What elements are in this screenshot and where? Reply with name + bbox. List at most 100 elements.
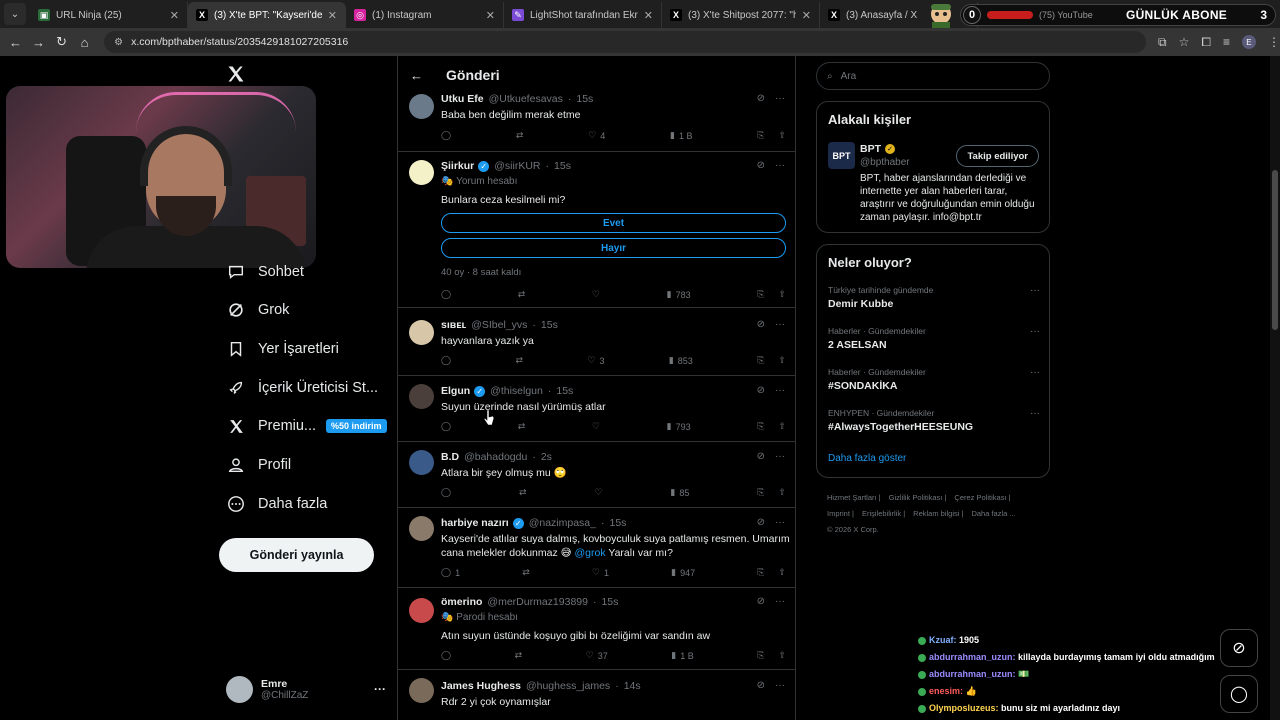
browser-tab[interactable]: ▣ URL Ninja (25) ✕ — [30, 2, 188, 28]
address-bar[interactable]: ⚙ x.com/bpthaber/status/2035429181027205… — [104, 31, 1146, 53]
close-icon[interactable]: ✕ — [802, 9, 811, 22]
nav-item-more[interactable]: Daha fazla — [226, 494, 327, 514]
page-scrollbar[interactable] — [1270, 56, 1280, 720]
close-icon[interactable]: ✕ — [170, 9, 179, 22]
bookmark-button[interactable]: ⎘ — [757, 355, 764, 366]
home-icon[interactable]: ⌂ — [73, 35, 96, 50]
grok-icon[interactable]: ⊘ — [757, 385, 765, 396]
like-button[interactable]: ♡ 3 — [587, 355, 604, 366]
more-dots-icon[interactable]: ··· — [775, 160, 785, 171]
more-dots-icon[interactable]: ··· — [775, 319, 785, 330]
grok-icon[interactable]: ⊘ — [757, 319, 765, 330]
reading-list-icon[interactable]: ≡ — [1223, 35, 1230, 49]
reply-button[interactable]: ◯ — [441, 355, 451, 366]
share-button[interactable]: ⇧ — [778, 289, 786, 300]
like-button[interactable]: ♡ 4 — [588, 130, 605, 141]
close-icon[interactable]: ✕ — [486, 9, 495, 22]
like-button[interactable]: ♡ — [592, 421, 600, 432]
tweet-handle[interactable]: @thiselgun — [490, 385, 543, 397]
avatar[interactable] — [409, 160, 434, 185]
views-button[interactable]: ▮ 1 B — [671, 650, 693, 661]
avatar[interactable] — [409, 320, 434, 345]
avatar[interactable] — [409, 516, 434, 541]
trend-item[interactable]: ENHYPEN · Gündemdekiler #AlwaysTogetherHE… — [828, 408, 1040, 433]
views-button[interactable]: ▮ 853 — [669, 355, 693, 366]
tweet-handle[interactable]: @hughess_james — [526, 680, 610, 692]
nav-item-chat[interactable]: Sohbet — [226, 262, 304, 282]
tweet-handle[interactable]: @nazimpasa_ — [529, 517, 596, 529]
tweet-time[interactable]: 15s — [541, 319, 558, 331]
reply-button[interactable]: ◯ — [441, 289, 451, 300]
views-button[interactable]: ▮ 947 — [671, 567, 695, 578]
footer-link[interactable]: Hizmet Şartları | — [827, 493, 881, 502]
avatar[interactable] — [409, 94, 434, 119]
messages-float-icon[interactable]: ◯ — [1220, 675, 1258, 713]
reply-button[interactable]: ◯ — [441, 487, 451, 498]
tweet-author-name[interactable]: Şiirkur — [441, 160, 474, 172]
extensions-icon[interactable]: ⧠ — [1201, 35, 1211, 50]
footer-link[interactable]: Erişilebilirlik | — [862, 509, 905, 518]
footer-link[interactable]: Reklam bilgisi | — [913, 509, 963, 518]
tweet-author-name[interactable]: Elgun — [441, 385, 470, 397]
more-dots-icon[interactable]: ··· — [775, 517, 785, 528]
tweet[interactable]: sıʙᴇʟ @SIbel_yvs · 15s ⊘ ··· hayvanlara yazık … — [398, 310, 795, 376]
trend-item[interactable]: Haberler · Gündemdekiler 2 ASELSAN ··· — [828, 326, 1040, 351]
more-dots-icon[interactable]: ··· — [775, 680, 785, 691]
retweet-button[interactable]: ⇄ — [519, 487, 527, 498]
grok-float-icon[interactable]: ⊘ — [1220, 629, 1258, 667]
footer-link[interactable]: Imprint | — [827, 509, 854, 518]
bookmark-button[interactable]: ⎘ — [757, 650, 764, 661]
tweet[interactable]: Elgun ✓ @thiselgun · 15s ⊘ ··· Suyun üzerinde n… — [398, 376, 795, 442]
bookmark-button[interactable]: ⎘ — [757, 421, 764, 432]
like-button[interactable]: ♡ 1 — [592, 567, 609, 578]
grok-icon[interactable]: ⊘ — [757, 680, 765, 691]
grok-icon[interactable]: ⊘ — [757, 160, 765, 171]
back-arrow-icon[interactable]: ← — [4, 35, 27, 50]
nav-item-profile[interactable]: Profil — [226, 455, 291, 475]
views-button[interactable]: ▮ 793 — [667, 421, 691, 432]
account-switcher[interactable]: Emre @ChillZaZ ··· — [226, 674, 386, 704]
bookmark-star-icon[interactable]: ☆ — [1179, 35, 1190, 49]
tweet[interactable]: James Hughess @hughess_james · 14s ⊘ ··· Rdr 2… — [398, 670, 795, 720]
tweet-handle[interactable]: @siirKUR — [494, 160, 540, 172]
tab-search-button[interactable]: ⌄ — [4, 3, 26, 25]
related-user-name[interactable]: BPT ✓ — [860, 143, 895, 155]
footer-link[interactable]: Daha fazla ... — [971, 509, 1015, 518]
views-button[interactable]: ▮ 85 — [670, 487, 689, 498]
forward-arrow-icon[interactable]: → — [27, 35, 50, 50]
site-info-icon[interactable]: ⚙ — [114, 37, 123, 48]
browser-tab[interactable]: X (3) X'te Shitpost 2077: "https:// ✕ — [662, 2, 820, 28]
tweet-time[interactable]: 15s — [601, 596, 618, 608]
like-button[interactable]: ♡ — [594, 487, 602, 498]
x-logo-icon[interactable] — [226, 64, 246, 84]
search-input[interactable]: ⌕ Ara — [816, 62, 1050, 90]
share-button[interactable]: ⇧ — [778, 650, 786, 661]
nav-item-bookmarks[interactable]: Yer İşaretleri — [226, 339, 339, 359]
bookmark-button[interactable]: ⎘ — [757, 130, 764, 141]
nav-item-premium[interactable]: Premiu... %50 indirim — [226, 416, 387, 436]
views-button[interactable]: ▮ 1 B — [670, 130, 692, 141]
avatar[interactable] — [409, 598, 434, 623]
tweet-handle[interactable]: @bahadogdu — [464, 451, 527, 463]
mention-link[interactable]: @grok — [575, 547, 606, 559]
poll-option-button[interactable]: Hayır — [441, 238, 786, 258]
share-button[interactable]: ⇧ — [778, 421, 786, 432]
more-dots-icon[interactable]: ··· — [374, 682, 386, 696]
profile-avatar[interactable]: E — [1241, 35, 1256, 49]
footer-link[interactable]: Çerez Politikası | — [954, 493, 1010, 502]
bookmark-button[interactable]: ⎘ — [757, 289, 764, 300]
tweet-time[interactable]: 14s — [624, 680, 641, 692]
share-button[interactable]: ⇧ — [778, 355, 786, 366]
share-button[interactable]: ⇧ — [778, 567, 786, 578]
back-arrow-icon[interactable]: ← — [410, 68, 424, 83]
browser-tab[interactable]: ✎ LightShot tarafından Ekran Gör ✕ — [504, 2, 662, 28]
avatar[interactable] — [409, 450, 434, 475]
tweet[interactable]: Utku Efe @Utkuefesavas · 15s ⊘ ··· Baba ben de… — [398, 88, 795, 152]
tweet-time[interactable]: 15s — [556, 385, 573, 397]
more-dots-icon[interactable]: ··· — [775, 596, 785, 607]
more-dots-icon[interactable]: ··· — [775, 385, 785, 396]
browser-menu-icon[interactable]: ⋮ — [1268, 35, 1280, 49]
trend-item[interactable]: Türkiye tarihinde gündemde Demir Kubbe ··· — [828, 285, 1040, 310]
retweet-button[interactable]: ⇄ — [515, 650, 523, 661]
reply-button[interactable]: ◯ — [441, 130, 451, 141]
